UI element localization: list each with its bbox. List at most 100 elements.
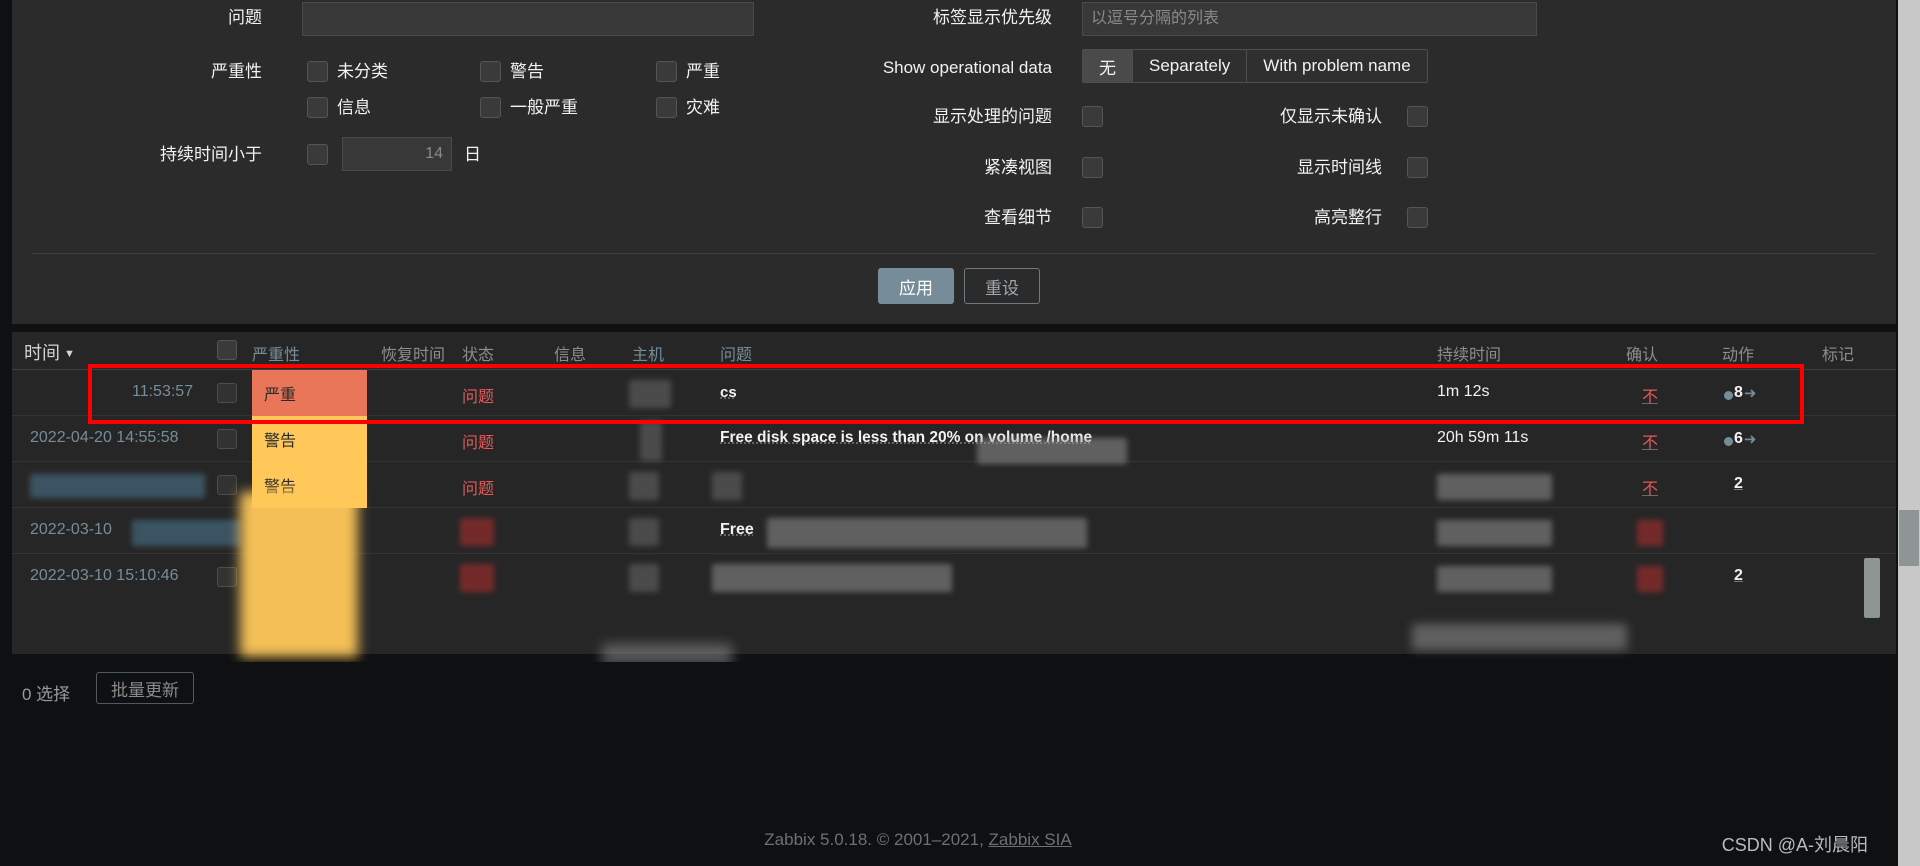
row-select-checkbox[interactable] — [217, 475, 237, 495]
column-header-status: 状态 — [462, 347, 495, 364]
tag-priority-input[interactable] — [1082, 2, 1537, 36]
row-time: 11:53:57 — [132, 383, 194, 400]
severity-option-average: 一般严重 — [510, 98, 578, 117]
row-host-redacted — [629, 472, 659, 500]
row-select-checkbox[interactable] — [217, 567, 237, 587]
row-problem-redacted — [712, 564, 952, 592]
row-ack-redacted — [1637, 520, 1663, 546]
row-actions[interactable]: 6 ➜ — [1724, 430, 1756, 448]
row-actions[interactable]: 8 ➜ — [1724, 384, 1756, 402]
copyright-prefix: Zabbix 5.0.18. © 2001–2021, — [764, 830, 989, 849]
action-arrow-icon: ➜ — [1743, 431, 1757, 448]
vertical-scrollbar-track[interactable] — [1898, 0, 1920, 866]
column-header-ack: 确认 — [1626, 347, 1659, 364]
show-op-data-option-separately[interactable]: Separately — [1133, 50, 1248, 82]
compact-view-checkbox[interactable] — [1082, 157, 1103, 178]
row-host-redacted — [629, 380, 671, 408]
sort-desc-caret-icon: ▼ — [64, 348, 75, 361]
row-actions-count[interactable]: 2 — [1734, 475, 1743, 493]
column-header-time-label: 时间 — [24, 343, 60, 363]
row-problem[interactable]: cs — [720, 384, 737, 401]
show-op-data-option-with-problem-name[interactable]: With problem name — [1247, 50, 1427, 82]
row-select-checkbox[interactable] — [217, 429, 237, 449]
show-op-data-option-none[interactable]: 无 — [1083, 50, 1133, 82]
duration-unit-label: 日 — [464, 145, 481, 164]
table-header-row: 时间 ▼ 严重性 恢复时间 状态 信息 主机 问题 持续时间 确认 动作 标记 — [12, 332, 1896, 370]
page-footer: Zabbix 5.0.18. © 2001–2021, Zabbix SIA C… — [0, 820, 1920, 866]
show-suppressed-label: 显示处理的问题 — [933, 107, 1052, 126]
row-time: 2022-03-10 — [30, 521, 112, 538]
show-timeline-checkbox[interactable] — [1407, 157, 1428, 178]
row-select-checkbox[interactable] — [217, 383, 237, 403]
severity-checkbox-average[interactable] — [480, 97, 501, 118]
row-actions-count: 8 — [1734, 384, 1743, 401]
problem-filter-label: 问题 — [228, 8, 262, 27]
problem-filter-input[interactable] — [302, 2, 754, 36]
row-host-redacted — [629, 518, 659, 546]
column-header-info: 信息 — [554, 347, 587, 364]
duration-days-input[interactable] — [342, 137, 452, 171]
severity-checkbox-disaster[interactable] — [656, 97, 677, 118]
column-header-actions: 动作 — [1722, 347, 1755, 364]
apply-button[interactable]: 应用 — [878, 268, 954, 304]
severity-checkbox-warning[interactable] — [480, 61, 501, 82]
row-ack[interactable]: 不 — [1642, 383, 1658, 407]
row-problem-redacted — [977, 438, 1127, 464]
row-time-redacted — [132, 520, 242, 546]
show-details-checkbox[interactable] — [1082, 207, 1103, 228]
unacknowledged-only-label: 仅显示未确认 — [1280, 107, 1382, 126]
column-header-host[interactable]: 主机 — [632, 341, 664, 365]
severity-smear-artifact — [240, 492, 358, 657]
action-dot-icon — [1724, 391, 1733, 400]
severity-option-unclassified: 未分类 — [337, 62, 388, 81]
severity-checkbox-high[interactable] — [656, 61, 677, 82]
watermark-text: CSDN @A-刘晨阳 — [1721, 835, 1868, 855]
filter-panel: 问题 标签显示优先级 严重性 未分类 警告 严重 信息 一般严重 灾难 Show… — [12, 0, 1896, 324]
row-duration-redacted — [1437, 474, 1552, 500]
severity-option-high: 严重 — [686, 62, 720, 81]
column-header-time[interactable]: 时间 ▼ — [24, 339, 75, 365]
mass-update-button[interactable]: 批量更新 — [96, 672, 194, 704]
row-ack[interactable]: 不 — [1642, 429, 1658, 453]
show-operational-data-label: Show operational data — [882, 58, 1052, 77]
tag-priority-label: 标签显示优先级 — [933, 8, 1052, 27]
table-row[interactable]: 11:53:57 严重 问题 cs 1m 12s 不 8 ➜ — [12, 370, 1896, 416]
vertical-scrollbar-thumb[interactable] — [1899, 510, 1919, 566]
column-header-recovery-time: 恢复时间 — [381, 347, 446, 364]
row-status-redacted — [460, 518, 494, 546]
row-status[interactable]: 问题 — [462, 475, 494, 499]
table-row[interactable]: 2022-04-20 14:55:58 警告 问题 Free disk spac… — [12, 416, 1896, 464]
tail-smear-artifact — [1412, 624, 1627, 650]
row-ack[interactable]: 不 — [1642, 475, 1658, 499]
inner-scrollbar-thumb[interactable] — [1864, 558, 1880, 618]
row-status[interactable]: 问题 — [462, 383, 494, 407]
severity-label: 严重性 — [211, 62, 262, 81]
row-duration-redacted — [1437, 566, 1552, 592]
severity-checkbox-unclassified[interactable] — [307, 61, 328, 82]
duration-label: 持续时间小于 — [160, 145, 262, 164]
zabbix-sia-link[interactable]: Zabbix SIA — [989, 830, 1072, 849]
show-timeline-label: 显示时间线 — [1297, 158, 1382, 177]
row-problem[interactable]: Free — [720, 521, 754, 539]
show-suppressed-checkbox[interactable] — [1082, 106, 1103, 127]
column-header-severity[interactable]: 严重性 — [252, 341, 300, 365]
column-header-problem[interactable]: 问题 — [720, 341, 752, 365]
highlight-whole-row-checkbox[interactable] — [1407, 207, 1428, 228]
row-duration: 1m 12s — [1437, 383, 1490, 400]
severity-option-warning: 警告 — [510, 62, 544, 81]
copyright-text: Zabbix 5.0.18. © 2001–2021, Zabbix SIA — [0, 830, 1836, 850]
reset-button[interactable]: 重设 — [964, 268, 1040, 304]
show-operational-data-segmented[interactable]: 无 Separately With problem name — [1082, 49, 1428, 83]
problems-table: 时间 ▼ 严重性 恢复时间 状态 信息 主机 问题 持续时间 确认 动作 标记 1… — [12, 332, 1896, 666]
show-details-label: 查看细节 — [984, 208, 1052, 227]
row-problem-redacted — [712, 472, 742, 500]
row-severity-badge: 警告 — [252, 416, 367, 462]
unacknowledged-only-checkbox[interactable] — [1407, 106, 1428, 127]
severity-checkbox-information[interactable] — [307, 97, 328, 118]
select-all-checkbox[interactable] — [217, 340, 237, 360]
row-problem-redacted — [767, 518, 1087, 548]
row-host-redacted — [629, 564, 659, 592]
duration-checkbox[interactable] — [307, 144, 328, 165]
row-actions-count[interactable]: 2 — [1734, 567, 1743, 585]
row-status[interactable]: 问题 — [462, 429, 494, 453]
